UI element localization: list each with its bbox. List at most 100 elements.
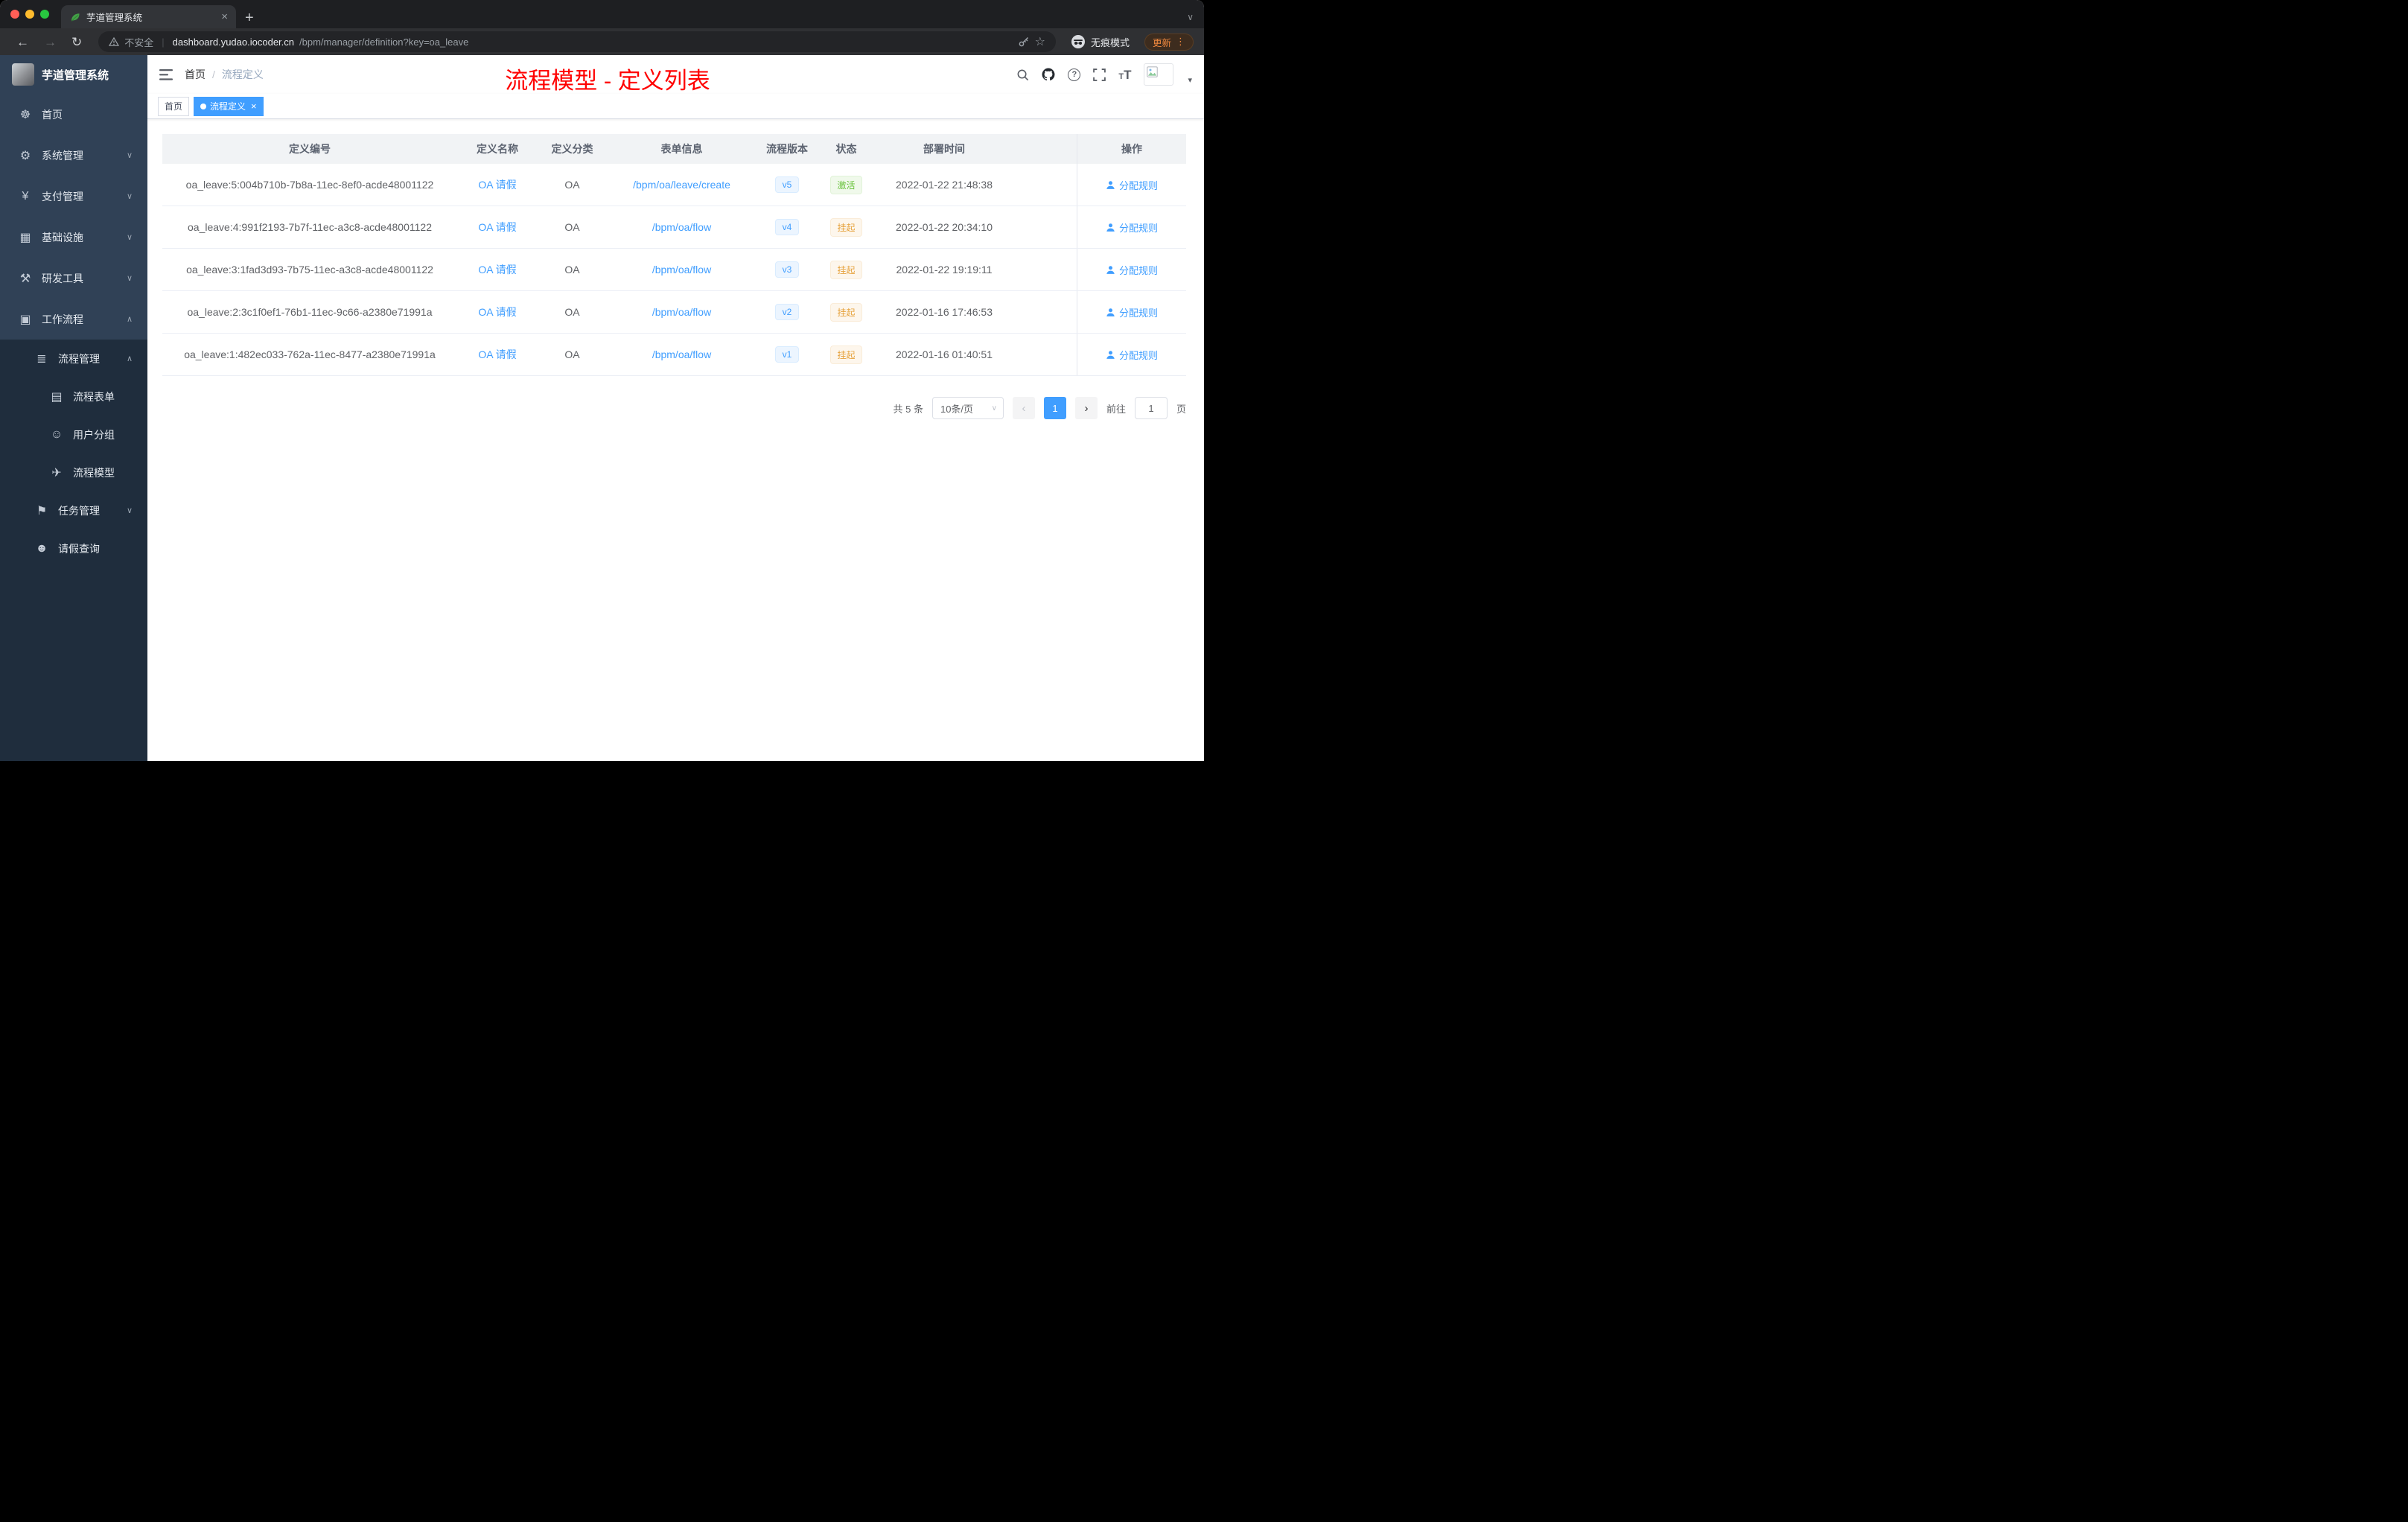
form-icon: ▤ (51, 390, 63, 404)
password-key-icon[interactable] (1018, 36, 1030, 48)
sidebar-item-infrastructure[interactable]: ▦ 基础设施 ∨ (0, 217, 147, 258)
definition-name-link[interactable]: OA 请假 (478, 220, 516, 235)
column-header-definition-name: 定义名称 (477, 143, 518, 155)
page-size-select[interactable]: 10条/页 ∨ (931, 397, 1004, 419)
address-bar[interactable]: 不安全 | dashboard.yudao.iocoder.cn /bpm/ma… (98, 31, 1056, 52)
zoom-window-button[interactable] (40, 10, 49, 19)
status-badge: 挂起 (830, 217, 862, 237)
column-header-definition-id: 定义编号 (289, 143, 331, 155)
assign-rule-link[interactable]: 分配规则 (1106, 305, 1158, 319)
column-header-status: 状态 (835, 143, 857, 155)
sidebar-item-leave-query[interactable]: ☻ 请假查询 (0, 529, 147, 567)
sidebar-item-process-mgmt[interactable]: ≣ 流程管理 ∧ (0, 340, 147, 378)
next-page-button[interactable]: › (1074, 397, 1098, 419)
help-icon[interactable]: ? (1068, 68, 1081, 81)
tag-home[interactable]: 首页 (158, 96, 190, 116)
avatar-caret-icon[interactable]: ▾ (1188, 75, 1192, 85)
form-info-link[interactable]: /bpm/oa/flow (652, 221, 711, 233)
sidebar-item-workflow[interactable]: ▣ 工作流程 ∧ (0, 299, 147, 340)
github-icon[interactable] (1042, 68, 1055, 81)
gear-icon: ⚙ (19, 149, 31, 162)
page-size-value: 10条/页 (940, 403, 974, 415)
chevron-down-icon: ∨ (126, 151, 133, 160)
new-tab-button[interactable]: + (245, 10, 254, 25)
form-info-link[interactable]: /bpm/oa/flow (652, 348, 711, 360)
definition-name-link[interactable]: OA 请假 (478, 305, 516, 319)
person-icon (1106, 223, 1115, 232)
definition-name-link[interactable]: OA 请假 (478, 177, 516, 192)
assign-rule-link[interactable]: 分配规则 (1106, 348, 1158, 362)
sidebar-item-label: 系统管理 (42, 149, 83, 162)
definition-name-link[interactable]: OA 请假 (478, 262, 516, 277)
not-secure-warning-icon (109, 36, 120, 46)
bookmark-star-icon[interactable]: ☆ (1035, 34, 1045, 49)
window-controls (0, 0, 61, 28)
sidebar-submenu: ≣ 流程管理 ∧ ▤ 流程表单 ☺ 用户分组 ✈ 流程模型 ⚑ 任务管理 ∨ ☻ 请假查询 (0, 340, 147, 761)
chevron-up-icon: ∧ (126, 354, 133, 363)
definition-id: oa_leave:4:991f2193-7b7f-11ec-a3c8-acde4… (188, 221, 432, 233)
page-unit-label: 页 (1176, 403, 1186, 415)
definition-category: OA (564, 348, 580, 360)
tag-process-definition[interactable]: 流程定义 × (194, 96, 264, 116)
goto-page-input[interactable] (1134, 397, 1168, 419)
goto-label: 前往 (1106, 403, 1126, 415)
sidebar-item-process-model[interactable]: ✈ 流程模型 (0, 453, 147, 491)
tag-close-icon[interactable]: × (251, 101, 257, 111)
sidebar-item-label: 基础设施 (42, 231, 83, 243)
tab-close-icon[interactable]: × (219, 11, 230, 22)
breadcrumb-home[interactable]: 首页 (185, 67, 206, 82)
browser-toolbar: ← → ↻ 不安全 | dashboard.yudao.iocoder.cn /… (0, 28, 1204, 55)
deploy-time: 2022-01-22 19:19:11 (896, 264, 993, 276)
app-header: 首页 / 流程定义 流程模型 - 定义列表 ? TT ▾ (147, 55, 1204, 94)
breadcrumb-current: 流程定义 (221, 69, 264, 80)
prev-page-button[interactable]: ‹ (1012, 397, 1035, 419)
chevron-down-icon: ∨ (126, 192, 133, 201)
assign-rule-link[interactable]: 分配规则 (1106, 263, 1158, 277)
infrastructure-icon: ▦ (19, 231, 31, 244)
form-info-link[interactable]: /bpm/oa/leave/create (633, 179, 730, 191)
user-icon: ☻ (35, 541, 48, 555)
chevron-down-icon: ∨ (126, 274, 133, 283)
definition-name-link[interactable]: OA 请假 (478, 347, 516, 362)
font-size-icon[interactable]: TT (1118, 69, 1131, 81)
sidebar-item-home[interactable]: ☸ 首页 (0, 94, 147, 135)
dashboard-icon: ☸ (19, 108, 31, 121)
sidebar-menu: ☸ 首页 ⚙ 系统管理 ∨ ¥ 支付管理 ∨ ▦ 基础设施 ∨ ⚒ 研发工具 ∨ ▣ 工作流程 ∧ (0, 94, 147, 340)
browser-update-button[interactable]: 更新 ⋮ (1144, 33, 1194, 51)
back-button[interactable]: ← (10, 36, 35, 48)
sidebar-item-label: 工作流程 (42, 313, 83, 325)
status-badge: 激活 (830, 175, 862, 194)
form-info-link[interactable]: /bpm/oa/flow (652, 264, 711, 276)
sidebar-item-process-form[interactable]: ▤ 流程表单 (0, 378, 147, 415)
collapse-sidebar-icon[interactable] (159, 69, 173, 80)
forward-button[interactable]: → (38, 36, 63, 48)
search-icon[interactable] (1016, 69, 1029, 81)
chevron-down-icon: ∨ (126, 233, 133, 242)
favicon-leaf-icon (71, 13, 80, 22)
page-1-button[interactable]: 1 (1043, 397, 1066, 419)
deploy-time: 2022-01-16 17:46:53 (896, 306, 993, 318)
user-avatar[interactable] (1144, 63, 1174, 86)
status-badge: 挂起 (830, 345, 862, 364)
minimize-window-button[interactable] (25, 10, 34, 19)
sidebar-item-label: 支付管理 (42, 190, 83, 203)
definition-category: OA (564, 306, 580, 318)
browser-tab[interactable]: 芋道管理系统 × (61, 5, 236, 28)
reload-button[interactable]: ↻ (66, 36, 88, 48)
tab-search-chevron-icon[interactable]: ∨ (1187, 12, 1194, 22)
tags-view: 首页 流程定义 × (147, 94, 1204, 119)
sidebar-item-user-group[interactable]: ☺ 用户分组 (0, 415, 147, 453)
sidebar-item-system-mgmt[interactable]: ⚙ 系统管理 ∨ (0, 135, 147, 176)
sidebar-item-task-mgmt[interactable]: ⚑ 任务管理 ∨ (0, 491, 147, 529)
flag-icon: ⚑ (36, 504, 48, 518)
incognito-badge[interactable]: 无痕模式 (1071, 34, 1130, 49)
sidebar-item-dev-tools[interactable]: ⚒ 研发工具 ∨ (0, 258, 147, 299)
close-window-button[interactable] (10, 10, 19, 19)
column-header-form-info: 表单信息 (660, 143, 703, 155)
assign-rule-link[interactable]: 分配规则 (1106, 178, 1158, 192)
sidebar-item-payment-mgmt[interactable]: ¥ 支付管理 ∨ (0, 176, 147, 217)
assign-rule-link[interactable]: 分配规则 (1106, 220, 1158, 235)
browser-menu-icon[interactable]: ⋮ (1176, 36, 1185, 48)
fullscreen-icon[interactable] (1093, 68, 1106, 81)
form-info-link[interactable]: /bpm/oa/flow (652, 306, 711, 318)
